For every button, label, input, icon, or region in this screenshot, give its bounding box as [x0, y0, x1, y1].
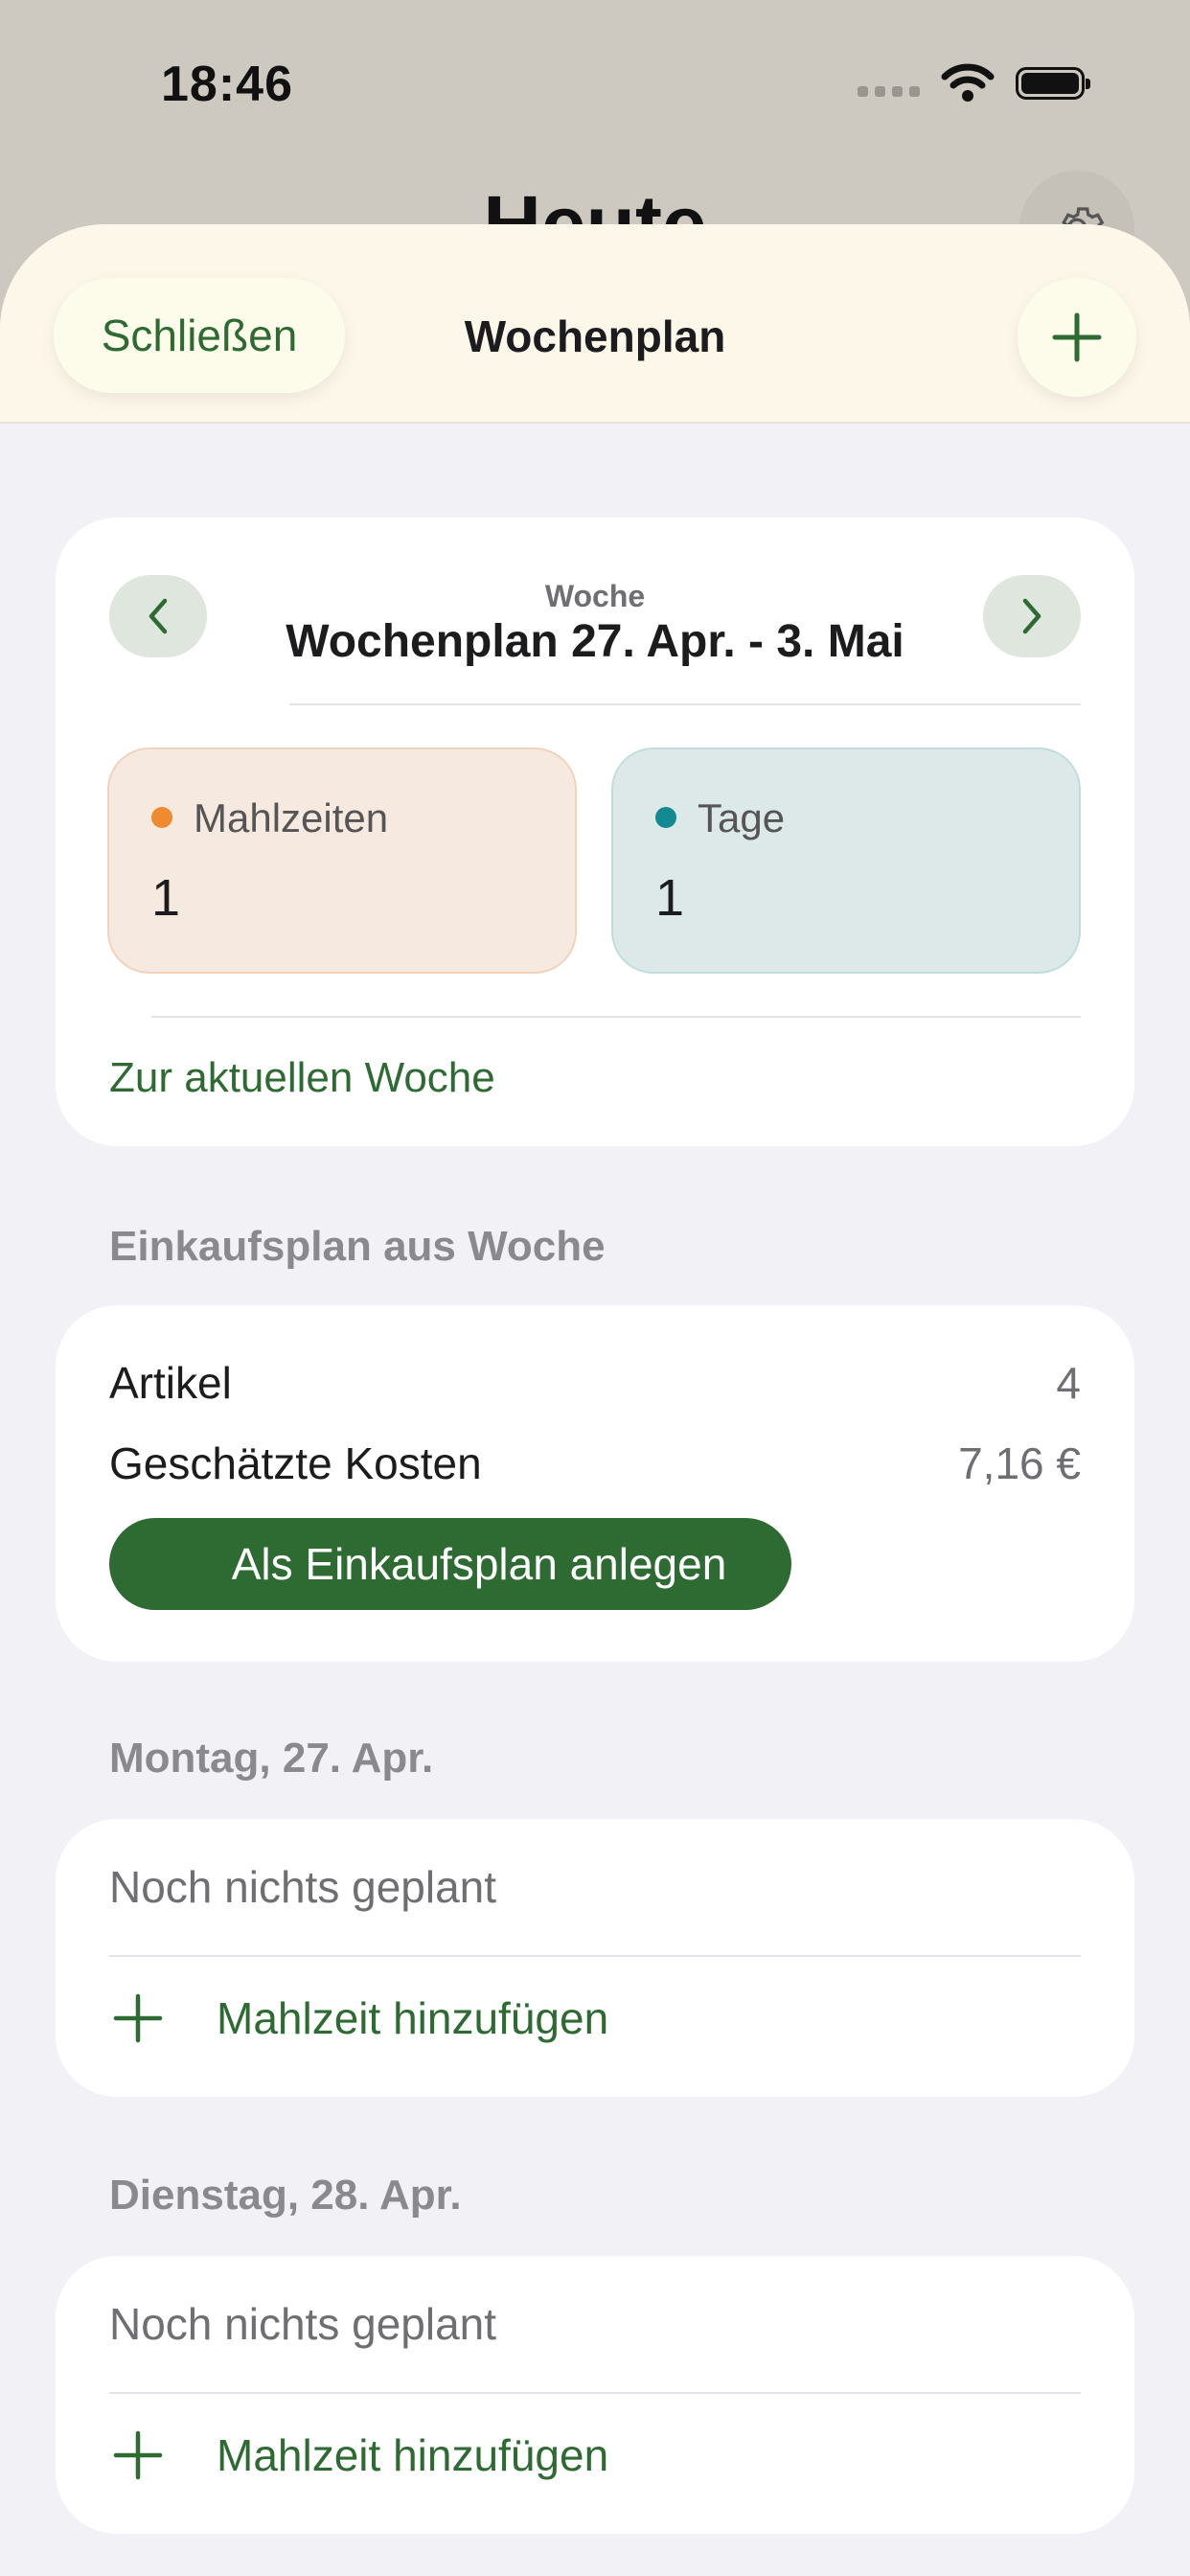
items-value: 4: [1056, 1358, 1081, 1408]
divider: [109, 2392, 1081, 2394]
week-range: Wochenplan 27. Apr. - 3. Mai: [286, 616, 904, 667]
meals-label: Mahlzeiten: [194, 795, 389, 840]
sheet-title: Wochenplan: [464, 311, 726, 361]
estimated-cost-label: Geschätzte Kosten: [109, 1438, 482, 1488]
week-card: Woche Wochenplan 27. Apr. - 3. Mai Mahlz…: [56, 518, 1134, 1146]
day-empty-text: Noch nichts geplant: [109, 1862, 497, 1912]
battery-icon: [1016, 67, 1090, 100]
day-empty-text: Noch nichts geplant: [109, 2299, 497, 2349]
plus-icon: [109, 2426, 167, 2484]
chevron-right-icon: [1022, 598, 1041, 634]
shopping-section-title: Einkaufsplan aus Woche: [109, 1223, 606, 1270]
create-shopping-plan-button[interactable]: Als Einkaufsplan anlegen: [109, 1518, 791, 1610]
divider: [151, 1016, 1081, 1018]
sheet-header: Schließen Wochenplan: [0, 224, 1190, 424]
day-card: Noch nichts geplant Mahlzeit hinzufügen: [56, 1819, 1134, 2097]
meals-count: 1: [151, 869, 181, 927]
day-title: Montag, 27. Apr.: [109, 1735, 434, 1782]
status-icons: [858, 63, 1090, 104]
day-card: Noch nichts geplant Mahlzeit hinzufügen: [56, 2256, 1134, 2534]
divider: [109, 1955, 1081, 1957]
week-label: Woche: [544, 579, 646, 613]
wifi-icon: [941, 63, 995, 102]
day-title: Dienstag, 28. Apr.: [109, 2172, 462, 2219]
current-week-link[interactable]: Zur aktuellen Woche: [109, 1054, 495, 1102]
cellular-signal-icon: [858, 85, 920, 97]
days-dot: [655, 807, 676, 828]
meals-dot: [151, 807, 172, 828]
add-meal-label: Mahlzeit hinzufügen: [217, 2430, 609, 2480]
add-meal-button[interactable]: Mahlzeit hinzufügen: [109, 2426, 608, 2484]
next-week-button[interactable]: [983, 575, 1081, 657]
days-stat: Tage 1: [611, 748, 1081, 974]
shopping-card: Artikel 4 Geschätzte Kosten 7,16 € Als E…: [56, 1305, 1134, 1662]
plus-icon: [109, 1990, 167, 2047]
plus-icon: [1052, 312, 1102, 362]
days-label: Tage: [698, 795, 786, 840]
add-button[interactable]: [1018, 278, 1136, 397]
days-count: 1: [655, 869, 685, 927]
status-time: 18:46: [161, 57, 293, 112]
add-meal-label: Mahlzeit hinzufügen: [217, 1993, 609, 2043]
add-meal-button[interactable]: Mahlzeit hinzufügen: [109, 1990, 608, 2047]
items-label: Artikel: [109, 1358, 232, 1408]
meals-stat: Mahlzeiten 1: [107, 748, 577, 974]
divider: [289, 703, 1081, 705]
weekly-plan-sheet: Schließen Wochenplan Woche Wochenplan 27…: [0, 224, 1190, 2576]
estimated-cost-value: 7,16 €: [958, 1438, 1081, 1488]
